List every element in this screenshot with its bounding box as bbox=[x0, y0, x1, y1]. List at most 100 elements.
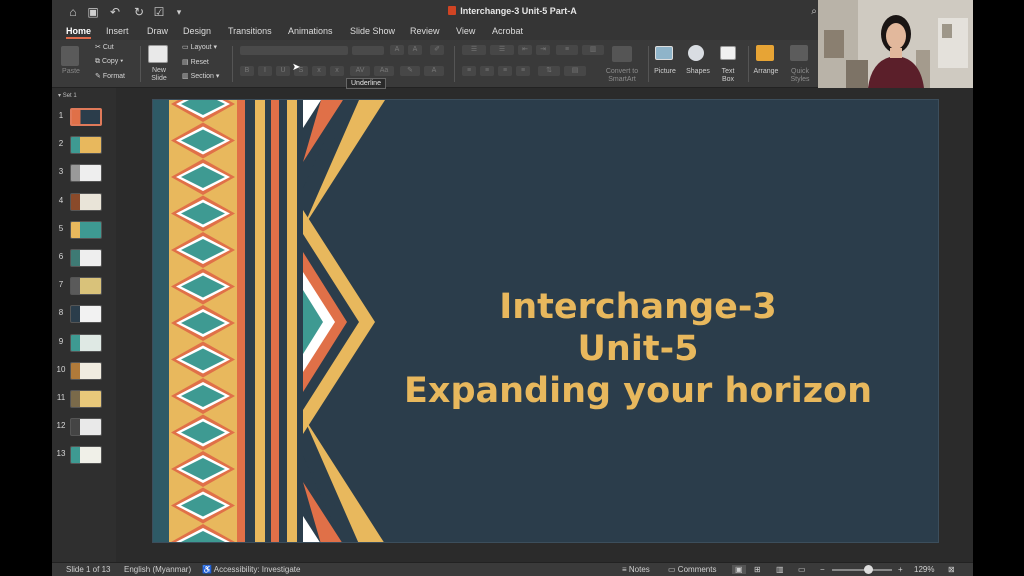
paste-icon[interactable] bbox=[61, 46, 79, 66]
zoom-level[interactable]: 129% bbox=[914, 565, 934, 574]
notes-button[interactable]: ≡ Notes bbox=[622, 565, 650, 574]
copy-button[interactable]: ⧉ Copy ▾ bbox=[95, 58, 123, 66]
picture-button[interactable]: Picture bbox=[650, 68, 680, 76]
justify-button[interactable]: ≡ bbox=[516, 66, 530, 76]
change-case-button[interactable]: Aa bbox=[374, 66, 394, 76]
slide-thumbnail[interactable]: 13 bbox=[52, 444, 116, 466]
new-slide-button[interactable]: New Slide bbox=[146, 67, 172, 83]
shapes-icon[interactable] bbox=[688, 45, 704, 61]
accessibility-status[interactable]: ♿ Accessibility: Investigate bbox=[202, 565, 300, 574]
decrease-indent-button[interactable]: ⇤ bbox=[518, 45, 532, 55]
slide-thumbnail-preview[interactable] bbox=[70, 277, 102, 296]
tab-animations[interactable]: Animations bbox=[288, 26, 333, 36]
picture-icon[interactable] bbox=[655, 46, 673, 60]
smartart-icon[interactable] bbox=[612, 46, 632, 62]
italic-button[interactable]: I bbox=[258, 66, 272, 76]
font-size-dropdown[interactable] bbox=[352, 46, 384, 55]
tab-draw[interactable]: Draw bbox=[147, 26, 168, 36]
slide-thumbnail-preview[interactable] bbox=[70, 249, 102, 267]
slide-thumbnail-preview[interactable] bbox=[70, 192, 102, 211]
slide-thumbnail-preview[interactable] bbox=[70, 136, 102, 155]
tab-review[interactable]: Review bbox=[410, 26, 440, 36]
align-right-button[interactable]: ≡ bbox=[498, 66, 512, 76]
arrange-icon[interactable] bbox=[756, 45, 774, 61]
decrease-font-size-button[interactable]: A bbox=[408, 45, 422, 55]
zoom-slider[interactable] bbox=[832, 565, 892, 574]
zoom-in-button[interactable]: + bbox=[898, 565, 903, 574]
align-text-button[interactable]: ▤ bbox=[564, 66, 586, 76]
slide-thumbnail-preview[interactable] bbox=[70, 361, 102, 380]
slide-thumbnail[interactable]: 10 bbox=[52, 360, 116, 382]
slide-sorter-view-button[interactable]: ⊞ bbox=[754, 565, 761, 574]
slide-thumbnail-preview[interactable] bbox=[70, 164, 102, 183]
tab-slide-show[interactable]: Slide Show bbox=[350, 26, 395, 36]
tab-transitions[interactable]: Transitions bbox=[228, 26, 272, 36]
layout-button[interactable]: ▭ Layout ▾ bbox=[182, 43, 217, 51]
section-button[interactable]: ▥ Section ▾ bbox=[182, 72, 219, 80]
fit-slide-icon[interactable]: ⊠ bbox=[948, 565, 955, 574]
shapes-button[interactable]: Shapes bbox=[683, 68, 713, 76]
character-spacing-button[interactable]: AV bbox=[350, 66, 370, 76]
slide-thumbnail[interactable]: 12 bbox=[52, 416, 116, 438]
tab-acrobat[interactable]: Acrobat bbox=[492, 26, 523, 36]
text-direction-button[interactable]: ⇅ bbox=[538, 66, 560, 76]
slide-thumbnail-preview[interactable] bbox=[70, 220, 102, 239]
convert-smartart-button[interactable]: Convert to SmartArt bbox=[598, 68, 646, 84]
tab-view[interactable]: View bbox=[456, 26, 475, 36]
slide-thumbnail[interactable]: 8 bbox=[52, 303, 116, 325]
cut-button[interactable]: ✂ Cut bbox=[95, 43, 114, 51]
new-slide-icon[interactable] bbox=[148, 45, 168, 63]
slide-show-button[interactable]: ▭ bbox=[798, 565, 806, 574]
comments-button[interactable]: ▭ Comments bbox=[668, 565, 716, 574]
slide-thumbnail-preview[interactable] bbox=[70, 333, 102, 352]
tab-home[interactable]: Home bbox=[66, 26, 92, 39]
language-indicator[interactable]: English (Myanmar) bbox=[124, 565, 191, 574]
slide-thumbnail[interactable]: 1 bbox=[52, 106, 116, 128]
normal-view-button[interactable]: ▣ bbox=[732, 565, 746, 574]
slide-thumbnail-preview[interactable] bbox=[70, 390, 102, 408]
highlight-button[interactable]: ✎ bbox=[400, 66, 420, 76]
tab-insert[interactable]: Insert bbox=[106, 26, 129, 36]
increase-indent-button[interactable]: ⇥ bbox=[536, 45, 550, 55]
slide-thumbnail[interactable]: 5 bbox=[52, 219, 116, 241]
format-painter-button[interactable]: ✎ Format bbox=[95, 72, 125, 80]
align-center-button[interactable]: ≡ bbox=[480, 66, 494, 76]
zoom-slider-thumb[interactable] bbox=[864, 565, 873, 574]
slide-thumbnail[interactable]: 9 bbox=[52, 332, 116, 354]
slide-thumbnail-preview[interactable] bbox=[70, 418, 102, 437]
numbering-button[interactable]: ☰ bbox=[490, 45, 514, 55]
clear-formatting-button[interactable]: ✐ bbox=[430, 45, 444, 55]
font-color-button[interactable]: A bbox=[424, 66, 444, 76]
slide-thumbnail[interactable]: 4 bbox=[52, 191, 116, 213]
quick-styles-icon[interactable] bbox=[790, 45, 808, 61]
tab-design[interactable]: Design bbox=[183, 26, 211, 36]
bullets-button[interactable]: ☰ bbox=[462, 45, 486, 55]
text-box-button[interactable]: Text Box bbox=[714, 68, 742, 84]
columns-button[interactable]: ▥ bbox=[582, 45, 604, 55]
slide-thumbnail[interactable]: 11 bbox=[52, 388, 116, 410]
slide-thumbnail-preview[interactable] bbox=[70, 305, 102, 324]
section-set-label[interactable]: ▾ Set 1 bbox=[58, 92, 77, 99]
slide-thumbnail[interactable]: 7 bbox=[52, 275, 116, 297]
slide-thumbnail-preview[interactable] bbox=[70, 108, 102, 126]
increase-font-size-button[interactable]: A bbox=[390, 45, 404, 55]
line-spacing-button[interactable]: ≡ bbox=[556, 45, 578, 55]
paste-button[interactable]: Paste bbox=[56, 68, 86, 76]
slide-1[interactable]: Interchange-3 Unit-5 Expanding your hori… bbox=[152, 99, 939, 543]
superscript-button[interactable]: x bbox=[312, 66, 326, 76]
font-name-dropdown[interactable] bbox=[240, 46, 348, 55]
text-box-icon[interactable] bbox=[720, 46, 736, 60]
quick-styles-button[interactable]: Quick Styles bbox=[784, 68, 816, 84]
reset-button[interactable]: ▤ Reset bbox=[182, 58, 209, 66]
slide-title[interactable]: Interchange-3 Unit-5 Expanding your hori… bbox=[393, 286, 883, 412]
zoom-out-button[interactable]: − bbox=[820, 565, 825, 574]
bold-button[interactable]: B bbox=[240, 66, 254, 76]
slide-thumbnail[interactable]: 2 bbox=[52, 134, 116, 156]
arrange-button[interactable]: Arrange bbox=[750, 68, 782, 76]
slide-thumbnail[interactable]: 3 bbox=[52, 162, 116, 184]
reading-view-button[interactable]: ▥ bbox=[776, 565, 784, 574]
underline-button[interactable]: U bbox=[276, 66, 290, 76]
slide-thumbnail[interactable]: 6 bbox=[52, 247, 116, 269]
subscript-button[interactable]: x bbox=[330, 66, 344, 76]
align-left-button[interactable]: ≡ bbox=[462, 66, 476, 76]
